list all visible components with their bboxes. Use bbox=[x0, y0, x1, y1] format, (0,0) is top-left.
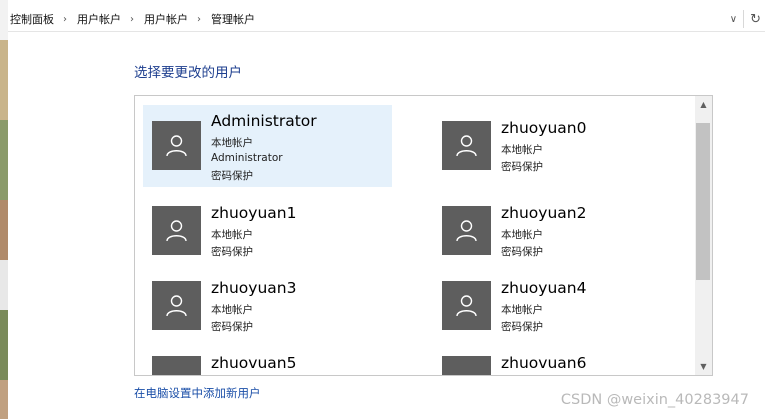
chevron-down-icon[interactable]: ∨ bbox=[730, 14, 737, 25]
account-name: zhuovuan6 bbox=[501, 354, 587, 372]
address-controls: ∨ ↻ bbox=[730, 10, 761, 28]
account-type: 本地帐户 bbox=[501, 144, 543, 156]
account-list: Administrator 本地帐户 Administrator 密码保护 zh… bbox=[134, 95, 713, 376]
account-type: 本地帐户 bbox=[211, 304, 253, 316]
account-security: 密码保护 bbox=[501, 246, 543, 258]
scroll-down-icon[interactable]: ▼ bbox=[695, 358, 712, 375]
avatar bbox=[442, 206, 491, 255]
account-tile-zhuovuan5[interactable]: zhuovuan5 bbox=[143, 340, 392, 375]
breadcrumb-user-accounts[interactable]: 用户帐户 bbox=[77, 11, 121, 27]
address-bar[interactable]: 控制面板 › 用户帐户 › 用户帐户 › 管理帐户 ∨ ↻ bbox=[8, 8, 765, 32]
user-icon bbox=[456, 220, 477, 242]
avatar bbox=[442, 281, 491, 330]
account-tile-zhuoyuan1[interactable]: zhuoyuan1 本地帐户 密码保护 bbox=[143, 190, 392, 272]
account-tile-zhuoyuan2[interactable]: zhuoyuan2 本地帐户 密码保护 bbox=[433, 190, 682, 272]
account-tile-administrator[interactable]: Administrator 本地帐户 Administrator 密码保护 bbox=[143, 105, 392, 187]
breadcrumb-manage-accounts[interactable]: 管理帐户 bbox=[211, 11, 255, 27]
user-icon bbox=[166, 220, 187, 242]
vertical-scrollbar[interactable]: ▲ ▼ bbox=[695, 96, 712, 375]
breadcrumb: 控制面板 › 用户帐户 › 用户帐户 › 管理帐户 bbox=[10, 11, 255, 27]
user-icon bbox=[166, 135, 187, 157]
account-tile-zhuoyuan0[interactable]: zhuoyuan0 本地帐户 密码保护 bbox=[433, 105, 682, 187]
avatar bbox=[152, 356, 201, 375]
avatar bbox=[442, 121, 491, 170]
add-user-link[interactable]: 在电脑设置中添加新用户 bbox=[134, 385, 261, 401]
avatar bbox=[442, 356, 491, 375]
background-window-edge bbox=[0, 0, 8, 419]
breadcrumb-separator-icon[interactable]: › bbox=[197, 14, 201, 25]
refresh-icon[interactable]: ↻ bbox=[750, 12, 761, 27]
avatar bbox=[152, 281, 201, 330]
account-security: 密码保护 bbox=[501, 321, 543, 333]
avatar bbox=[152, 121, 201, 170]
account-name: zhuoyuan3 bbox=[211, 279, 297, 297]
user-icon bbox=[166, 295, 187, 317]
avatar bbox=[152, 206, 201, 255]
account-type: 本地帐户 bbox=[211, 229, 253, 241]
account-name: Administrator bbox=[211, 112, 317, 130]
breadcrumb-separator-icon[interactable]: › bbox=[130, 14, 134, 25]
breadcrumb-separator-icon[interactable]: › bbox=[63, 14, 67, 25]
divider bbox=[743, 10, 745, 28]
account-name: zhuoyuan1 bbox=[211, 204, 297, 222]
watermark: CSDN @weixin_40283947 bbox=[560, 392, 749, 408]
account-type: 本地帐户 bbox=[211, 137, 253, 149]
account-type: 本地帐户 bbox=[501, 229, 543, 241]
account-security: 密码保护 bbox=[501, 161, 543, 173]
account-group: Administrator bbox=[211, 152, 283, 164]
breadcrumb-control-panel[interactable]: 控制面板 bbox=[10, 11, 54, 27]
scroll-up-icon[interactable]: ▲ bbox=[695, 96, 712, 113]
user-icon bbox=[456, 135, 477, 157]
account-name: zhuoyuan4 bbox=[501, 279, 587, 297]
account-security: 密码保护 bbox=[211, 246, 253, 258]
scroll-thumb[interactable] bbox=[696, 123, 710, 280]
breadcrumb-user-accounts-2[interactable]: 用户帐户 bbox=[144, 11, 188, 27]
page-title: 选择要更改的用户 bbox=[134, 65, 242, 81]
account-name: zhuovuan5 bbox=[211, 354, 297, 372]
account-type: 本地帐户 bbox=[501, 304, 543, 316]
account-tile-zhuovuan6[interactable]: zhuovuan6 bbox=[433, 340, 682, 375]
account-tile-zhuoyuan4[interactable]: zhuoyuan4 本地帐户 密码保护 bbox=[433, 265, 682, 347]
account-name: zhuoyuan0 bbox=[501, 119, 587, 137]
account-tile-zhuoyuan3[interactable]: zhuoyuan3 本地帐户 密码保护 bbox=[143, 265, 392, 347]
user-icon bbox=[456, 295, 477, 317]
account-security: 密码保护 bbox=[211, 170, 253, 182]
account-security: 密码保护 bbox=[211, 321, 253, 333]
account-name: zhuoyuan2 bbox=[501, 204, 587, 222]
